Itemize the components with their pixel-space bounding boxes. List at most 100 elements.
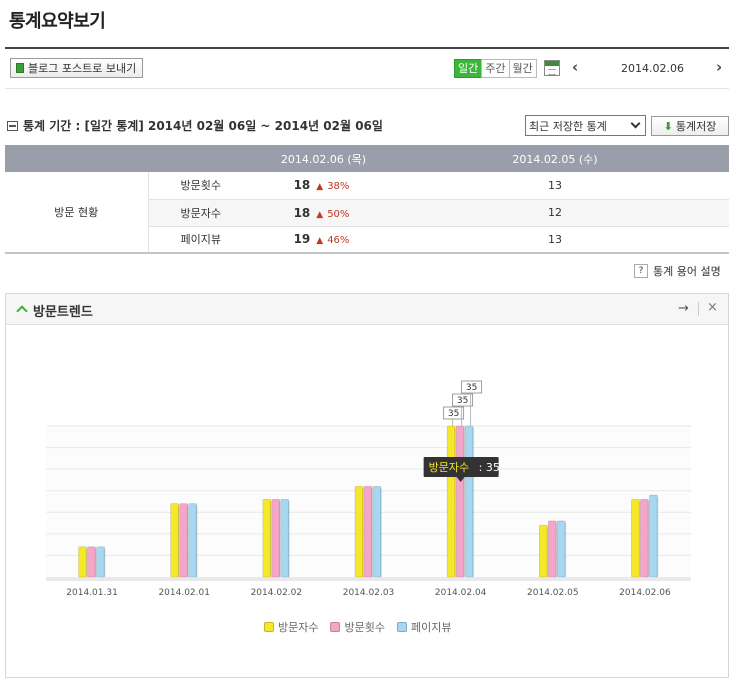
today-value: 19: [293, 232, 311, 247]
header-today: 2014.02.06 (목): [266, 145, 381, 172]
chart-bar: [464, 425, 474, 578]
blog-post-button[interactable]: 블로그 포스트로 보내기: [10, 58, 144, 78]
tab-monthly[interactable]: 월간: [508, 59, 537, 78]
prev-value: 13: [381, 226, 729, 254]
chart-bar: [446, 425, 456, 578]
chart-bar: [354, 486, 364, 578]
chart-bar: [363, 486, 373, 578]
chart-bar: [262, 499, 272, 578]
minus-box-icon: [7, 120, 18, 131]
chart-bar: [78, 546, 87, 578]
save-stats-label: 통계저장: [675, 120, 717, 133]
chart-bar: [280, 499, 290, 578]
today-value: 18: [293, 178, 311, 193]
change-pct: 46%: [327, 235, 350, 247]
up-arrow-icon: ▲: [316, 209, 324, 220]
header-blank: [5, 145, 266, 172]
chart-bar: [96, 546, 105, 578]
metric-label: 방문횟수: [148, 172, 266, 200]
change-pct: 50%: [327, 208, 350, 220]
legend-item[interactable]: 방문횟수: [330, 619, 385, 635]
chart-legend: 방문자수 방문횟수 페이지뷰: [264, 619, 451, 635]
legend-label: 방문횟수: [344, 621, 385, 634]
x-tick-label: 2014.02.04: [435, 588, 487, 598]
x-tick-label: 2014.02.05: [527, 588, 579, 598]
legend-swatch: [330, 622, 341, 632]
group-label: 방문 현황: [5, 172, 149, 254]
chart-bar: [631, 499, 640, 578]
legend-label: 방문자수: [278, 621, 319, 634]
data-label: 35: [448, 409, 459, 419]
metric-label: 방문자수: [148, 199, 266, 227]
title-divider: [5, 47, 729, 49]
chart-bar: [547, 520, 557, 578]
chart-bar-shade: [103, 548, 106, 577]
legend-swatch: [264, 622, 274, 632]
saved-stats-value: 최근 저장한 통계: [529, 119, 607, 133]
table-row: 방문 현황 방문횟수 18 ▲ 38% 13: [5, 172, 729, 254]
document-icon: [16, 63, 24, 73]
x-tick-label: 2014.01.31: [66, 588, 118, 598]
tab-weekly[interactable]: 주간: [481, 59, 510, 78]
page-title: 통계요약보기: [9, 11, 106, 32]
period-label: 통계 기간 : [일간 통계] 2014년 02월 06일 ~ 2014년 02…: [7, 117, 383, 134]
next-date-button[interactable]: ›: [716, 58, 722, 76]
glossary-link[interactable]: ? 통계 용어 설명: [634, 263, 721, 279]
header-prev: 2014.02.05 (수): [381, 145, 729, 172]
legend-item[interactable]: 방문자수: [264, 619, 318, 635]
help-icon: ?: [634, 264, 648, 278]
trend-panel: 방문트렌드 → × 2014.01.31 2014.02.01 2014.02.02…: [5, 293, 729, 678]
up-arrow-icon: ▲: [316, 236, 324, 247]
tooltip-series: 방문자수: [429, 461, 469, 474]
chart-bar: [372, 486, 382, 578]
saved-stats-select[interactable]: 최근 저장한 통계: [525, 115, 646, 136]
tooltip-value: : 35: [479, 461, 500, 474]
calendar-icon[interactable]: [544, 60, 560, 76]
chart-bar: [640, 499, 649, 578]
table-header: 2014.02.06 (목) 2014.02.05 (수): [5, 145, 729, 172]
x-tick-label: 2014.02.03: [343, 588, 395, 598]
chart-bar-shade: [472, 428, 475, 577]
save-stats-button[interactable]: ⬇ 통계저장: [651, 116, 729, 136]
chart-bar: [179, 503, 189, 578]
prev-value: 12: [381, 199, 729, 227]
chart-bar-shade: [380, 488, 382, 577]
x-axis-floor: [46, 577, 691, 581]
chart-bar: [87, 546, 96, 578]
chart-bar-shade: [564, 522, 567, 577]
legend-swatch: [396, 622, 407, 632]
prev-value: 13: [381, 172, 729, 200]
chart-bar-shade: [287, 501, 290, 577]
blog-post-label: 블로그 포스트로 보내기: [28, 62, 137, 75]
chart-bar: [188, 503, 198, 578]
toolbar: 블로그 포스트로 보내기 일간 주간 월간 ‹ 2014.02.06 ›: [5, 55, 729, 83]
prev-date-button[interactable]: ‹: [572, 58, 578, 76]
chart-bar: [455, 425, 465, 578]
today-cell: 18 ▲ 38%: [266, 172, 381, 200]
today-cell: 19 ▲ 46%: [266, 226, 381, 254]
up-arrow-icon: ▲: [316, 182, 324, 193]
current-date: 2014.02.06: [621, 62, 684, 75]
chart-bar: [556, 520, 566, 578]
data-label: 35: [457, 396, 468, 406]
chart-bar: [538, 524, 548, 578]
x-tick-label: 2014.02.01: [158, 588, 210, 598]
change-pct: 38%: [327, 181, 350, 193]
today-value: 18: [293, 205, 311, 220]
x-tick-label: 2014.02.06: [619, 588, 671, 598]
period-tabs: 일간 주간 월간: [454, 59, 537, 78]
download-icon: ⬇: [663, 119, 673, 133]
chart-bar: [170, 503, 180, 578]
chart-bar: [271, 499, 281, 578]
stats-table: 2014.02.06 (목) 2014.02.05 (수) 방문 현황 방문횟수…: [5, 145, 729, 254]
today-cell: 18 ▲ 50%: [266, 199, 381, 227]
period-label-text: 통계 기간 : [일간 통계] 2014년 02월 06일 ~ 2014년 02…: [23, 119, 383, 133]
toolbar-divider: [5, 88, 729, 89]
legend-item[interactable]: 페이지뷰: [396, 619, 451, 635]
tab-daily[interactable]: 일간: [454, 59, 483, 78]
data-label: 35: [466, 383, 477, 393]
chevron-down-icon: [630, 118, 641, 129]
chart-bar-shade: [656, 497, 659, 577]
chart-bar-shade: [195, 505, 198, 577]
chart-bar: [649, 494, 658, 578]
